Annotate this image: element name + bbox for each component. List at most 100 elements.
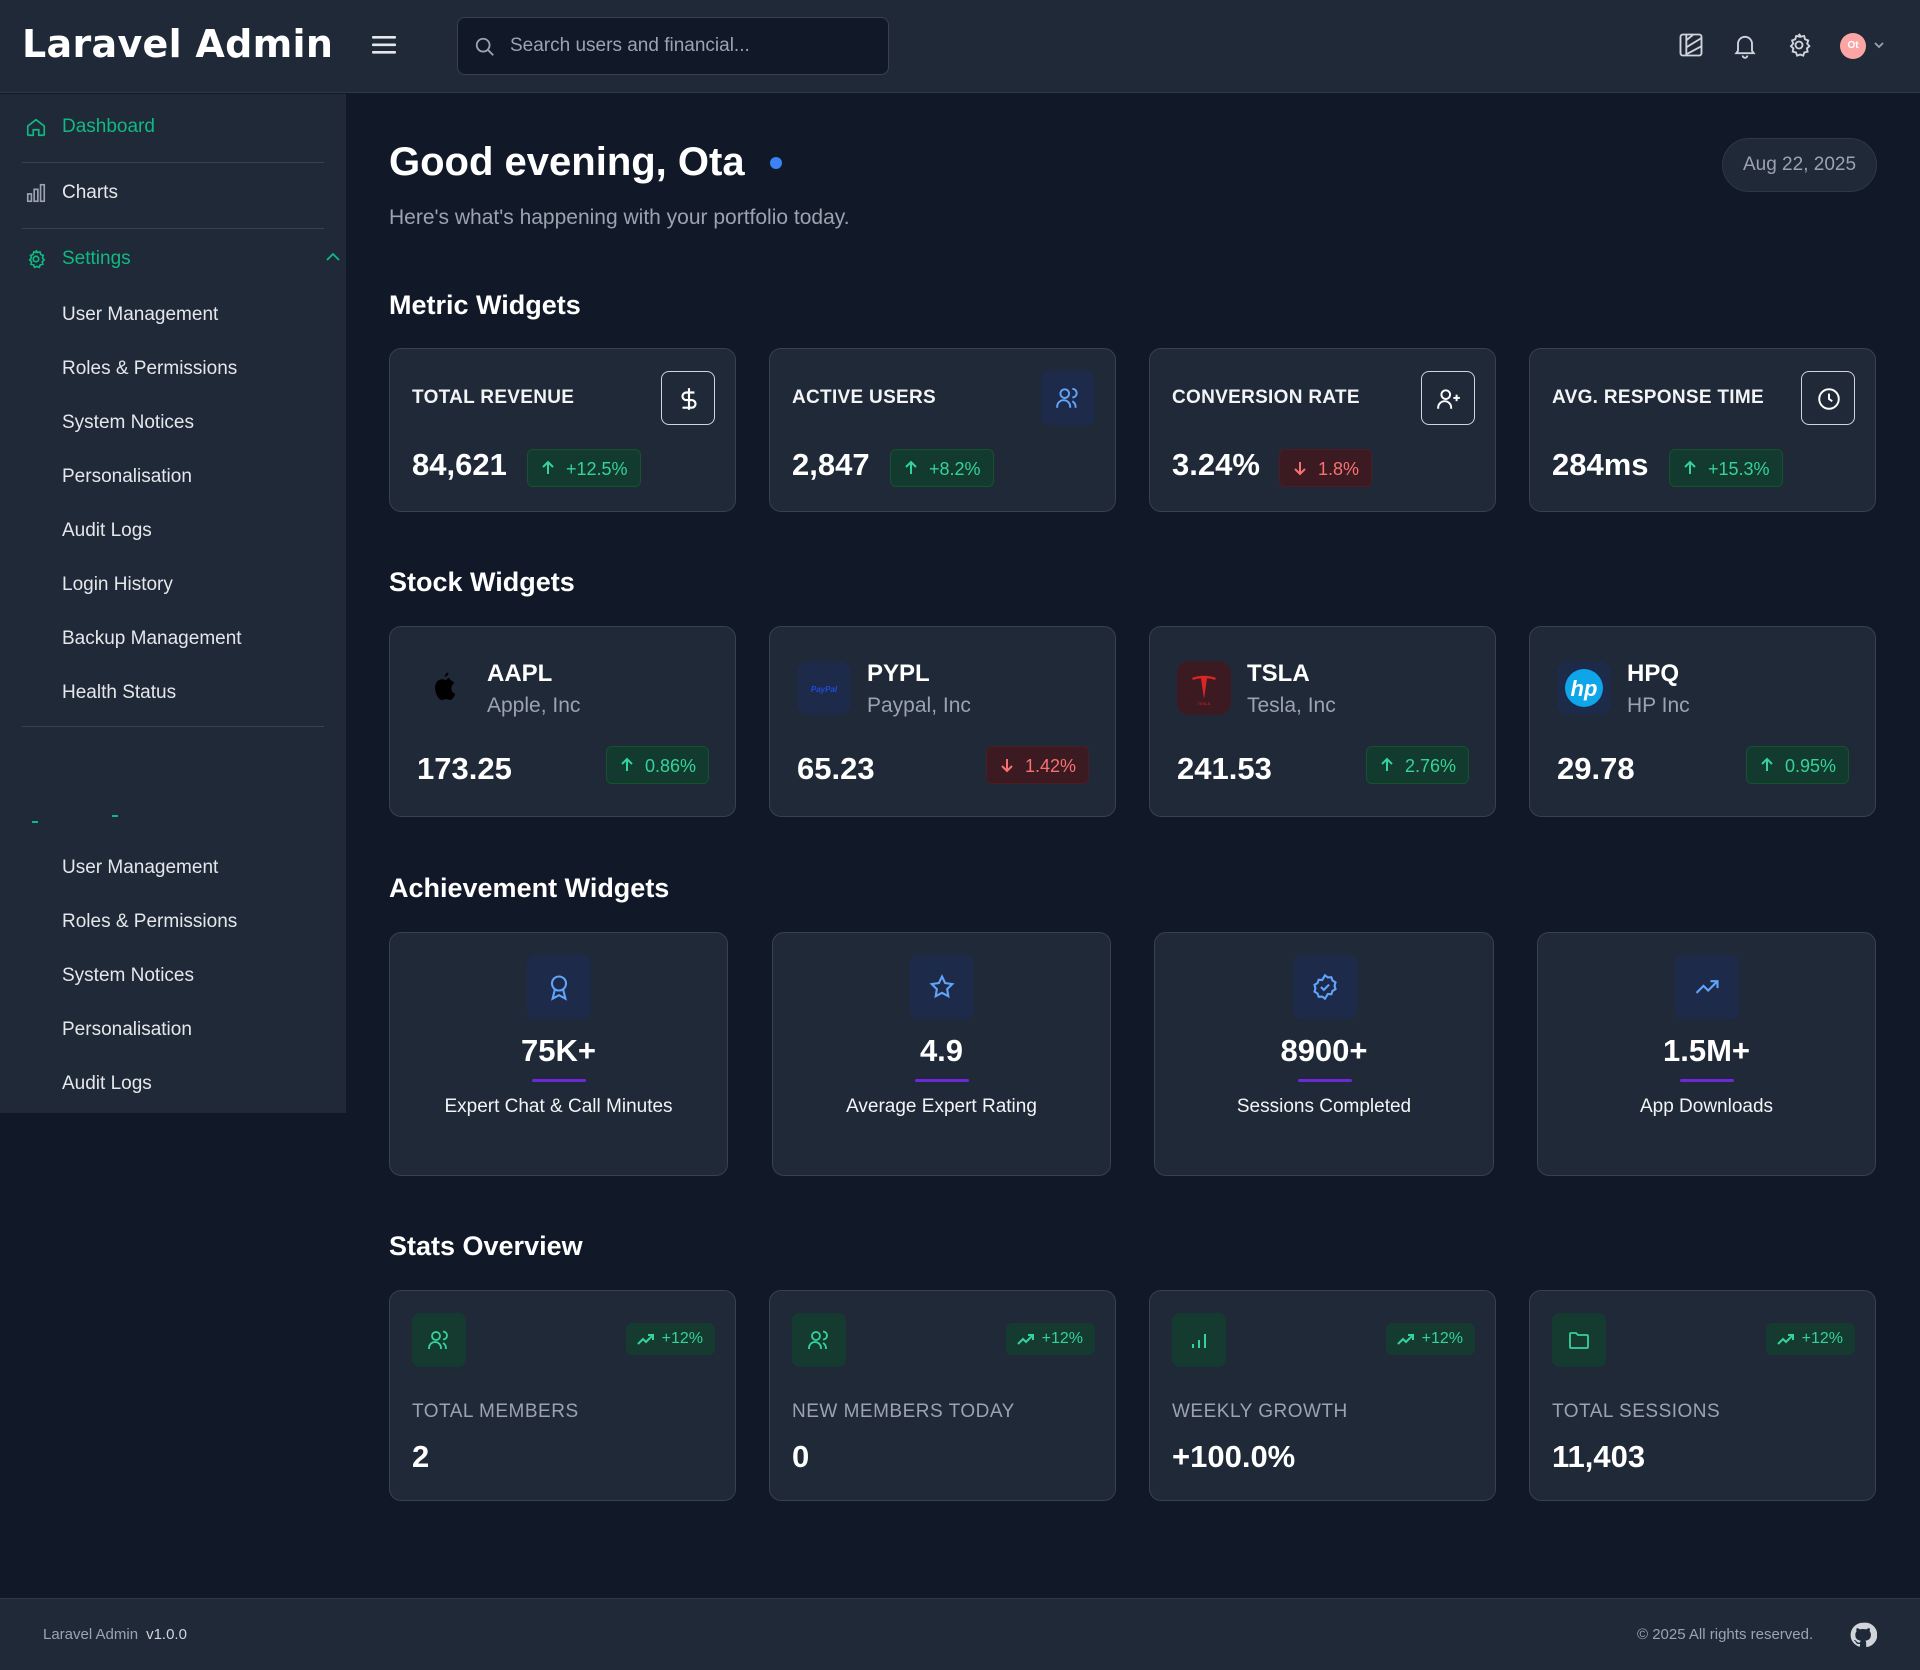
achievement-value: 75K+ <box>521 1033 596 1068</box>
sidebar-subitem-roles-permissions[interactable]: Roles & Permissions <box>62 358 237 380</box>
stat-label: TOTAL MEMBERS <box>412 1401 579 1422</box>
stock-card-hpq[interactable]: hp HPQ HP Inc 29.78 0.95% <box>1529 626 1876 817</box>
metric-card-conversion-rate[interactable]: CONVERSION RATE 3.24% 1.8% <box>1149 348 1496 512</box>
sidebar-item-dashboard[interactable]: Dashboard <box>22 94 324 160</box>
section-title-stats: Stats Overview <box>389 1231 583 1261</box>
theme-toggle-icon[interactable] <box>1677 31 1705 59</box>
page-title: Good evening, Ota <box>389 140 745 184</box>
sidebar-subitem-audit-logs[interactable]: Audit Logs <box>62 1073 152 1095</box>
sidebar-subitem-user-management[interactable]: User Management <box>62 857 218 879</box>
stat-card-new-members-today[interactable]: +12% NEW MEMBERS TODAY 0 <box>769 1290 1116 1501</box>
arrow-up-icon <box>905 460 917 474</box>
stock-card-aapl[interactable]: AAPL Apple, Inc 173.25 0.86% <box>389 626 736 817</box>
footer-app-info: Laravel Admin v1.0.0 <box>43 1626 187 1643</box>
metric-label: CONVERSION RATE <box>1172 387 1360 408</box>
stock-price: 29.78 <box>1557 751 1635 786</box>
sidebar-subitem-roles-permissions[interactable]: Roles & Permissions <box>62 911 237 933</box>
achievement-divider <box>1298 1079 1352 1082</box>
achievement-value: 4.9 <box>919 1033 964 1068</box>
metric-card-active-users[interactable]: ACTIVE USERS 2,847 +8.2% <box>769 348 1116 512</box>
trending-up-icon <box>1396 1334 1414 1345</box>
sidebar-subitem-system-notices[interactable]: System Notices <box>62 412 194 434</box>
sidebar-subitem-audit-logs[interactable]: Audit Logs <box>62 520 152 542</box>
settings-gear-icon[interactable] <box>1785 31 1813 59</box>
dollar-icon <box>681 388 697 410</box>
brand-title[interactable]: Laravel Admin <box>22 22 333 66</box>
achievement-card-chat-minutes[interactable]: 75K+ Expert Chat & Call Minutes <box>389 932 728 1176</box>
stat-trend-text: +12% <box>1041 1330 1083 1347</box>
hp-logo-icon: hp <box>1557 661 1611 715</box>
metric-change-badge: +15.3% <box>1669 449 1783 487</box>
achievement-label: App Downloads <box>1639 1096 1774 1117</box>
achievement-divider <box>532 1079 586 1082</box>
users-icon <box>428 1330 448 1349</box>
stat-trend-badge: +12% <box>1385 1323 1475 1355</box>
metric-change-text: 1.8% <box>1318 459 1360 479</box>
achievement-card-app-downloads[interactable]: 1.5M+ App Downloads <box>1537 932 1876 1176</box>
chevron-down-icon[interactable] <box>1872 38 1886 52</box>
tesla-logo-icon: TESLA <box>1177 661 1231 715</box>
achievement-divider <box>915 1079 969 1082</box>
bar-chart-icon <box>1192 1334 1206 1348</box>
stock-card-pypl[interactable]: PayPal PYPL Paypal, Inc 65.23 1.42% <box>769 626 1116 817</box>
metric-card-total-revenue[interactable]: TOTAL REVENUE 84,621 +12.5% <box>389 348 736 512</box>
achievement-card-expert-rating[interactable]: 4.9 Average Expert Rating <box>772 932 1111 1176</box>
github-icon[interactable] <box>1849 1621 1877 1649</box>
sidebar-subitem-system-notices[interactable]: System Notices <box>62 965 194 987</box>
sidebar-subitem-backup-management[interactable]: Backup Management <box>62 628 242 650</box>
star-icon <box>929 974 955 999</box>
svg-text:PayPal: PayPal <box>811 685 838 694</box>
stock-price: 241.53 <box>1177 751 1272 786</box>
footer-copyright: © 2025 All rights reserved. <box>1637 1626 1814 1643</box>
achievement-value: 1.5M+ <box>1662 1033 1751 1068</box>
sidebar-divider <box>22 726 324 727</box>
achievement-icon-box <box>1675 955 1739 1019</box>
metric-card-avg-response-time[interactable]: AVG. RESPONSE TIME 284ms +15.3% <box>1529 348 1876 512</box>
arrow-down-icon <box>1294 462 1306 476</box>
hamburger-menu-icon[interactable] <box>372 34 398 56</box>
metric-change-text: +8.2% <box>929 459 981 479</box>
stat-trend-text: +12% <box>661 1330 703 1347</box>
search-input[interactable] <box>510 30 870 62</box>
achievement-icon-box <box>527 955 591 1019</box>
stat-icon-box <box>1172 1313 1226 1367</box>
stat-card-total-sessions[interactable]: +12% TOTAL SESSIONS 11,403 <box>1529 1290 1876 1501</box>
user-avatar[interactable]: Ot <box>1840 33 1866 59</box>
stock-company: Apple, Inc <box>487 694 581 717</box>
stock-company: Tesla, Inc <box>1247 694 1336 717</box>
metric-icon-box <box>661 371 715 425</box>
notification-bell-icon[interactable] <box>1731 31 1759 59</box>
sidebar-item-label: Dashboard <box>62 116 155 137</box>
stock-change-badge: 2.76% <box>1365 746 1469 784</box>
sidebar-item-settings[interactable]: Settings <box>22 226 340 292</box>
status-dot <box>770 157 782 169</box>
stock-change-text: 0.86% <box>644 756 696 776</box>
metric-value: 284ms <box>1552 447 1649 482</box>
trending-up-icon <box>1695 980 1719 994</box>
user-plus-icon <box>1437 389 1460 409</box>
stat-card-total-members[interactable]: +12% TOTAL MEMBERS 2 <box>389 1290 736 1501</box>
metric-value: 84,621 <box>412 447 507 482</box>
sidebar-subitem-user-management[interactable]: User Management <box>62 304 218 326</box>
stat-card-weekly-growth[interactable]: +12% WEEKLY GROWTH +100.0% <box>1149 1290 1496 1501</box>
clock-icon <box>1818 388 1840 410</box>
stat-icon-box <box>412 1313 466 1367</box>
metric-change-badge: +12.5% <box>527 449 641 487</box>
sidebar-item-charts[interactable]: Charts <box>22 160 324 226</box>
stock-company: HP Inc <box>1627 694 1690 717</box>
award-icon <box>550 975 568 1001</box>
metric-icon-box <box>1421 371 1475 425</box>
sidebar-subitem-login-history[interactable]: Login History <box>62 574 173 596</box>
chevron-up-icon[interactable] <box>324 248 342 266</box>
achievement-card-sessions[interactable]: 8900+ Sessions Completed <box>1154 932 1494 1176</box>
metric-label: TOTAL REVENUE <box>412 387 575 408</box>
sidebar-subitem-personalisation[interactable]: Personalisation <box>62 466 192 488</box>
stock-price: 65.23 <box>797 751 875 786</box>
stock-ticker: AAPL <box>487 660 553 687</box>
stock-card-tsla[interactable]: TESLA TSLA Tesla, Inc 241.53 2.76% <box>1149 626 1496 817</box>
arrow-down-icon <box>1001 759 1013 773</box>
sidebar-subitem-health-status[interactable]: Health Status <box>62 682 176 704</box>
stat-value: 2 <box>412 1439 430 1474</box>
home-icon <box>26 118 46 137</box>
sidebar-subitem-personalisation[interactable]: Personalisation <box>62 1019 192 1041</box>
